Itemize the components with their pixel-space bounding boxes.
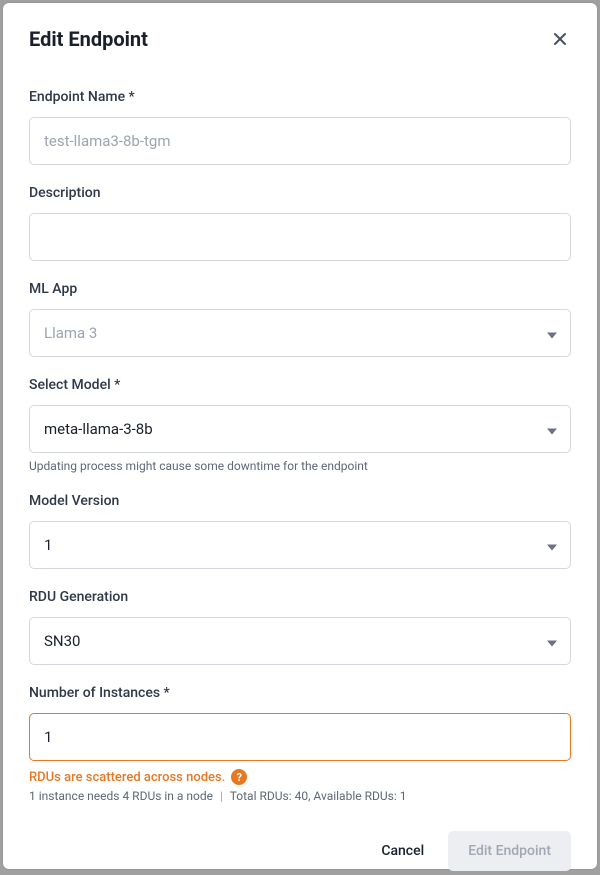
- rdu-generation-label: RDU Generation: [29, 589, 571, 605]
- submit-button[interactable]: Edit Endpoint: [448, 831, 571, 871]
- instances-warning-row: RDUs are scattered across nodes. ?: [29, 769, 571, 785]
- field-endpoint-name: Endpoint Name *: [29, 89, 571, 165]
- rdu-stats-part1: 1 instance needs 4 RDUs in a node: [29, 789, 213, 803]
- edit-endpoint-modal: Edit Endpoint Endpoint Name * Descriptio…: [3, 3, 597, 869]
- modal-title: Edit Endpoint: [29, 27, 148, 51]
- rdu-generation-select[interactable]: SN30: [29, 617, 571, 665]
- stats-divider: |: [220, 789, 223, 803]
- modal-footer: Cancel Edit Endpoint: [29, 831, 571, 871]
- select-model-select[interactable]: meta-llama-3-8b: [29, 405, 571, 453]
- endpoint-name-input[interactable]: [29, 117, 571, 165]
- endpoint-name-label: Endpoint Name *: [29, 89, 571, 105]
- select-model-value: meta-llama-3-8b: [44, 420, 153, 438]
- instances-warning-text: RDUs are scattered across nodes.: [29, 770, 225, 785]
- field-model-version: Model Version 1: [29, 493, 571, 569]
- model-version-label: Model Version: [29, 493, 571, 509]
- form-body: Endpoint Name * Description ML App Llama…: [29, 89, 571, 811]
- description-input[interactable]: [29, 213, 571, 261]
- field-select-model: Select Model * meta-llama-3-8b Updating …: [29, 377, 571, 473]
- field-ml-app: ML App Llama 3: [29, 281, 571, 357]
- close-icon: [551, 30, 569, 48]
- help-icon[interactable]: ?: [231, 769, 247, 785]
- model-version-value: 1: [44, 536, 52, 554]
- ml-app-select[interactable]: Llama 3: [29, 309, 571, 357]
- field-description: Description: [29, 185, 571, 261]
- ml-app-value: Llama 3: [44, 324, 97, 342]
- num-instances-input[interactable]: [29, 713, 571, 761]
- field-rdu-generation: RDU Generation SN30: [29, 589, 571, 665]
- ml-app-label: ML App: [29, 281, 571, 297]
- select-model-helper: Updating process might cause some downti…: [29, 459, 571, 473]
- rdu-generation-value: SN30: [44, 632, 80, 650]
- rdu-stats-part2: Total RDUs: 40, Available RDUs: 1: [230, 789, 407, 803]
- cancel-button[interactable]: Cancel: [377, 833, 428, 869]
- model-version-select[interactable]: 1: [29, 521, 571, 569]
- field-num-instances: Number of Instances * RDUs are scattered…: [29, 685, 571, 803]
- description-label: Description: [29, 185, 571, 201]
- num-instances-label: Number of Instances *: [29, 685, 571, 701]
- rdu-stats: 1 instance needs 4 RDUs in a node | Tota…: [29, 789, 571, 803]
- modal-header: Edit Endpoint: [29, 27, 571, 51]
- select-model-label: Select Model *: [29, 377, 571, 393]
- close-button[interactable]: [549, 28, 571, 50]
